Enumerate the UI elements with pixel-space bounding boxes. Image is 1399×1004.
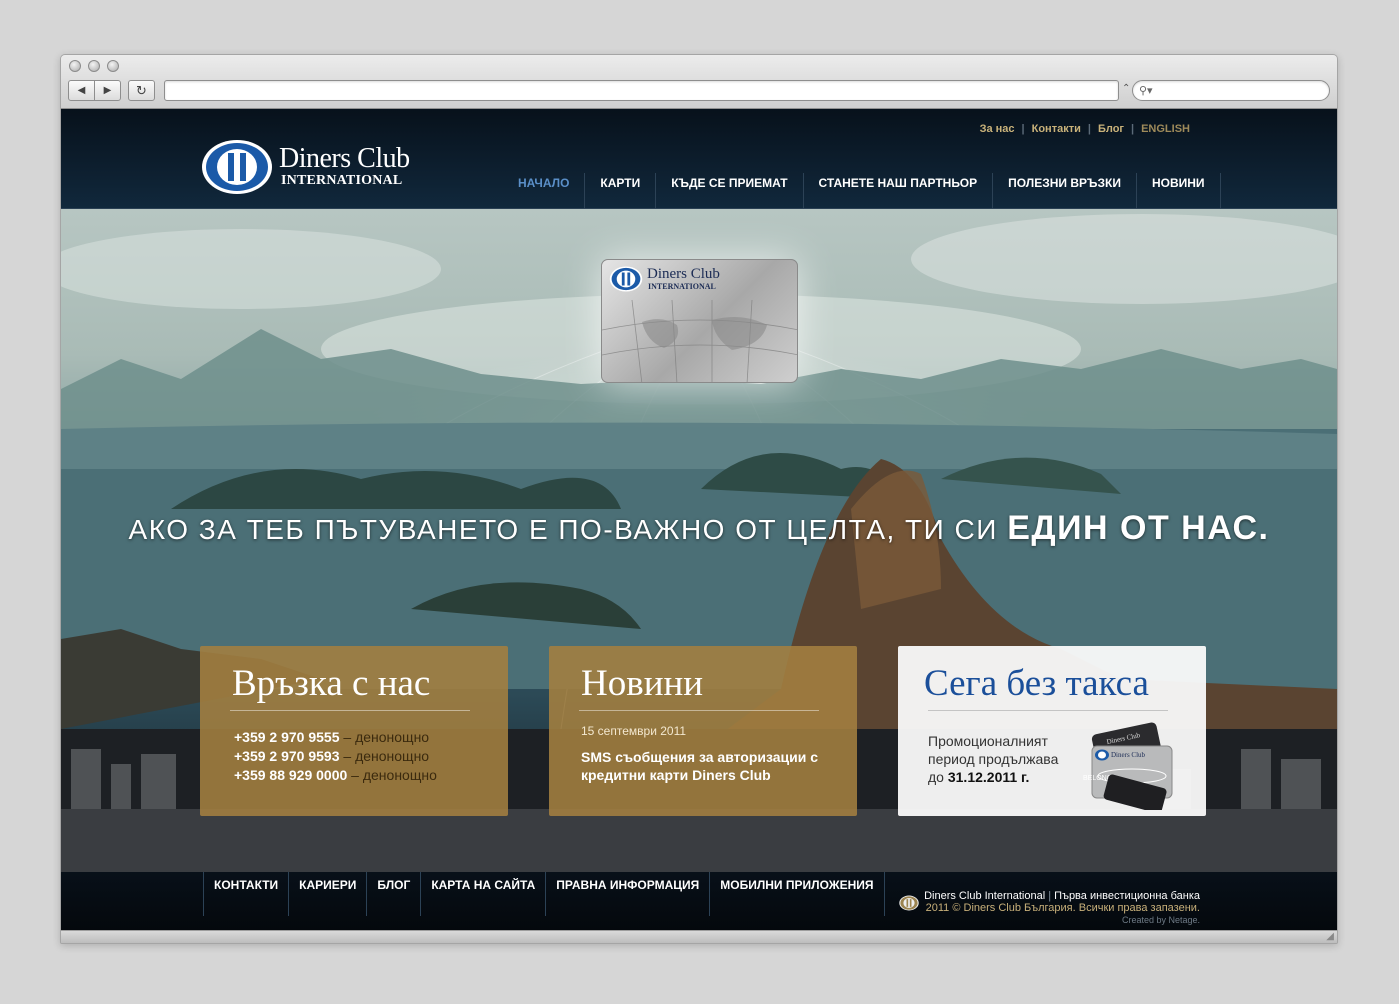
hero-banner: Diners Club INTERNATIONAL АКО ЗА ТЕБ ПЪТ…	[61, 209, 1337, 872]
promo-box-title: Сега без такса	[924, 663, 1149, 704]
footer-link-legal[interactable]: ПРАВНА ИНФОРМАЦИЯ	[546, 872, 711, 916]
phone-number: +359 88 929 0000	[234, 767, 348, 783]
nav-news[interactable]: НОВИНИ	[1137, 173, 1221, 209]
promo-date: 31.12.2011 г.	[947, 769, 1030, 785]
diners-card-image: Diners Club INTERNATIONAL	[601, 259, 798, 383]
slogan-emphasis: ЕДИН ОТ НАС.	[1007, 509, 1270, 547]
util-link-contacts[interactable]: Контакти	[1025, 123, 1088, 135]
footer-credit-link[interactable]: Created by Netage.	[924, 914, 1200, 926]
phone-line: +359 2 970 9593 – денонощно	[234, 747, 437, 766]
footer-company-line: Diners Club International | Първа инвест…	[924, 890, 1200, 902]
nav-useful-links[interactable]: ПОЛЕЗНИ ВРЪЗКИ	[993, 173, 1137, 209]
nav-become-partner[interactable]: СТАНЕТЕ НАШ ПАРТНЬОР	[804, 173, 994, 209]
close-window-button[interactable]	[69, 60, 81, 72]
hero-slogan: АКО ЗА ТЕБ ПЪТУВАНЕТО Е ПО-ВАЖНО ОТ ЦЕЛТ…	[61, 509, 1337, 548]
back-button[interactable]: ◀	[68, 80, 95, 101]
footer-link-careers[interactable]: КАРИЕРИ	[289, 872, 368, 916]
footer-separator: |	[1048, 890, 1052, 902]
footer-bank-link[interactable]: Първа инвестиционна банка	[1054, 890, 1200, 902]
promo-box[interactable]: Сега без такса Промоционалният период пр…	[898, 646, 1206, 816]
zoom-window-button[interactable]	[107, 60, 119, 72]
divider	[928, 710, 1168, 711]
search-icon: ⚲▾	[1139, 85, 1153, 97]
search-field[interactable]: ⚲▾	[1132, 80, 1330, 101]
footer-link-blog[interactable]: БЛОГ	[367, 872, 422, 916]
footer-nav: КОНТАКТИ КАРИЕРИ БЛОГ КАРТА НА САЙТА ПРА…	[203, 872, 885, 916]
language-link-english[interactable]: ENGLISH	[1134, 123, 1197, 135]
nav-home[interactable]: НАЧАЛО	[503, 173, 586, 209]
browser-toolbar: ◀ ▶ ↻ ⌃ ⚲▾	[61, 55, 1337, 109]
footer-info: Diners Club International | Първа инвест…	[924, 890, 1200, 926]
nav-where-accepted[interactable]: КЪДЕ СЕ ПРИЕМАТ	[656, 173, 804, 209]
divider	[579, 710, 819, 711]
site-footer: КОНТАКТИ КАРИЕРИ БЛОГ КАРТА НА САЙТА ПРА…	[61, 872, 1337, 932]
contact-box-title: Връзка с нас	[232, 663, 431, 704]
contact-box[interactable]: Връзка с нас +359 2 970 9555 – денонощно…	[200, 646, 508, 816]
minimize-window-button[interactable]	[88, 60, 100, 72]
util-link-about[interactable]: За нас	[973, 123, 1022, 135]
address-bar[interactable]	[164, 80, 1119, 101]
news-headline-link[interactable]: SMS съобщения за авторизации с кредитни …	[581, 748, 841, 784]
phone-note: – денонощно	[343, 729, 430, 745]
nav-cards[interactable]: КАРТИ	[585, 173, 657, 209]
svg-text:Diners Club: Diners Club	[1111, 751, 1146, 759]
footer-copyright: 2011 © Diners Club България. Всички прав…	[925, 902, 1200, 914]
forward-button[interactable]: ▶	[94, 80, 121, 101]
browser-statusbar: ◢	[61, 930, 1337, 943]
phone-number: +359 2 970 9555	[234, 729, 340, 745]
phone-note: – денонощно	[351, 767, 437, 783]
footer-link-sitemap[interactable]: КАРТА НА САЙТА	[421, 872, 547, 916]
footer-link-contacts[interactable]: КОНТАКТИ	[203, 872, 290, 916]
page-viewport: Diners Club INTERNATIONAL За нас | Конта…	[61, 109, 1337, 932]
phone-note: – денонощно	[343, 748, 430, 764]
address-caret-icon: ⌃	[1122, 83, 1131, 94]
phone-line: +359 88 929 0000 – денонощно	[234, 766, 437, 785]
phone-list: +359 2 970 9555 – денонощно +359 2 970 9…	[234, 728, 437, 785]
logo-subtitle: INTERNATIONAL	[281, 173, 403, 188]
utility-nav: За нас | Контакти | Блог | ENGLISH	[973, 123, 1197, 135]
logo-title: Diners Club	[279, 143, 410, 174]
news-date: 15 септември 2011	[581, 724, 687, 738]
slogan-text: АКО ЗА ТЕБ ПЪТУВАНЕТО Е ПО-ВАЖНО ОТ ЦЕЛТ…	[128, 514, 998, 545]
phone-line: +359 2 970 9555 – денонощно	[234, 728, 437, 747]
site-header: Diners Club INTERNATIONAL За нас | Конта…	[61, 109, 1337, 209]
reload-button[interactable]: ↻	[128, 80, 155, 101]
phone-number: +359 2 970 9593	[234, 748, 340, 764]
promo-text: Промоционалният период продължава до 31.…	[928, 732, 1078, 786]
footer-diners-logo-icon[interactable]	[899, 895, 919, 911]
news-box-title: Новини	[581, 663, 704, 704]
diners-club-logo[interactable]: Diners Club INTERNATIONAL	[201, 139, 431, 199]
card-globe-grid-icon	[602, 299, 797, 382]
browser-window: ◀ ▶ ↻ ⌃ ⚲▾ Diners Club INTERNATIONAL За …	[60, 54, 1338, 944]
footer-link-mobile-apps[interactable]: МОБИЛНИ ПРИЛОЖЕНИЯ	[710, 872, 885, 916]
news-box[interactable]: Новини 15 септември 2011 SMS съобщения з…	[549, 646, 857, 816]
util-link-blog[interactable]: Блог	[1091, 123, 1131, 135]
footer-company-link[interactable]: Diners Club International	[924, 890, 1045, 902]
resize-grip-icon[interactable]: ◢	[1326, 931, 1334, 942]
promo-cards-image: Diners Club Diners Club BELONG	[1083, 722, 1173, 810]
divider	[230, 710, 470, 711]
main-nav: НАЧАЛО КАРТИ КЪДЕ СЕ ПРИЕМАТ СТАНЕТЕ НАШ…	[503, 173, 1221, 209]
diners-logo-icon	[202, 140, 272, 194]
